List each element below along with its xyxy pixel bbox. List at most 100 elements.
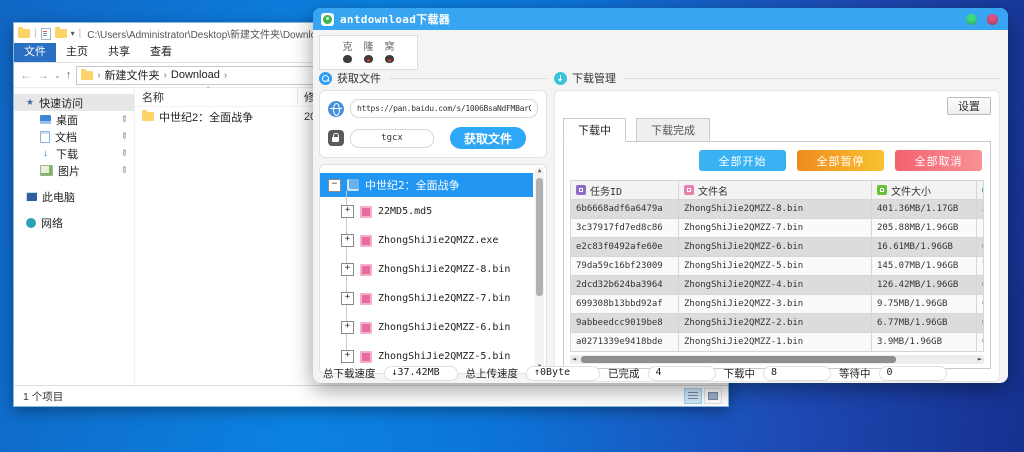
desktop: | ▾ | C:\Users\Administrator\Desktop\新建文… — [0, 0, 1024, 452]
file-node-icon — [360, 322, 372, 334]
details-view-button[interactable] — [684, 388, 702, 404]
completed-label: 已完成 — [608, 366, 640, 381]
forward-button[interactable]: → — [37, 69, 49, 81]
item-count: 1 个项目 — [23, 389, 63, 404]
settings-button[interactable]: 设置 — [947, 97, 991, 115]
download-row[interactable]: 6b6668adf6a6479a ZhongShiJie2QMZZ-8.bin … — [571, 200, 984, 219]
download-table-body: 6b6668adf6a6479a ZhongShiJie2QMZZ-8.bin … — [571, 200, 984, 352]
tree-root-node[interactable]: − 中世纪2：全面战争 — [320, 173, 533, 197]
cell-filename: ZhongShiJie2QMZZ-2.bin — [679, 314, 872, 333]
progress-check-icon — [982, 185, 984, 195]
window-title: antdownload下载器 — [340, 11, 450, 27]
download-arrow-icon: ↓ — [40, 149, 51, 159]
expand-icon[interactable]: + — [341, 292, 354, 305]
start-all-button[interactable]: 全部开始 — [699, 150, 786, 171]
share-url-input[interactable] — [350, 99, 538, 118]
header-filename[interactable]: 文件名 — [679, 181, 872, 200]
pause-all-button[interactable]: 全部暂停 — [797, 150, 884, 171]
tree-scrollbar[interactable]: ▲ ▼ — [535, 167, 544, 371]
expand-icon[interactable]: + — [341, 205, 354, 218]
tree-file-node[interactable]: + ZhongShiJie2QMZZ.exe — [341, 226, 533, 255]
cell-progress: 33% — [977, 200, 984, 219]
lock-icon — [328, 130, 344, 146]
cell-filesize: 6.77MB/1.96GB — [872, 314, 977, 333]
ribbon-tab-file[interactable]: 文件 — [14, 43, 56, 62]
back-button[interactable]: ← — [20, 69, 32, 81]
breadcrumb-item-download[interactable]: Download — [171, 69, 220, 81]
sidebar-quick-access[interactable]: ★ 快速访问 — [14, 94, 134, 111]
downloader-titlebar[interactable]: antdownload下载器 — [313, 8, 1008, 30]
sidebar-item-this-pc[interactable]: 此电脑 — [14, 188, 134, 205]
expand-icon[interactable]: + — [341, 321, 354, 334]
collapse-icon[interactable]: − — [328, 179, 341, 192]
tab-completed[interactable]: 下载完成 — [636, 118, 710, 142]
sidebar-item-documents[interactable]: 文档 ✎ — [14, 128, 134, 145]
titlebar-separator: | — [34, 28, 37, 39]
chevron-down-icon[interactable]: ▾ — [71, 29, 75, 38]
file-tree-panel: − 中世纪2：全面战争 + 22MD5.md5 — [319, 164, 547, 374]
folder-icon[interactable] — [55, 29, 67, 38]
header-task-id[interactable]: 任务ID — [571, 181, 679, 200]
download-row[interactable]: 2dcd32b624ba3964 ZhongShiJie2QMZZ-4.bin … — [571, 276, 984, 295]
tree-file-label: ZhongShiJie2QMZZ.exe — [378, 235, 498, 246]
fetch-files-button[interactable]: 获取文件 — [450, 127, 526, 149]
folder-icon — [18, 29, 30, 38]
download-row[interactable]: 9abbeedcc9019be8 ZhongShiJie2QMZZ-2.bin … — [571, 314, 984, 333]
folder-node-icon — [347, 179, 359, 191]
picture-icon — [40, 165, 53, 176]
tree-file-label: ZhongShiJie2QMZZ-8.bin — [378, 264, 510, 275]
tree-file-node[interactable]: + 22MD5.md5 — [341, 197, 533, 226]
file-node-icon — [360, 293, 372, 305]
breadcrumb-item-folder[interactable]: 新建文件夹 — [105, 67, 160, 83]
completed-value: 4 — [648, 366, 716, 381]
download-row[interactable]: 3c37917fd7ed8c86 ZhongShiJie2QMZZ-7.bin … — [571, 219, 984, 238]
close-button[interactable] — [987, 14, 998, 25]
download-row[interactable]: 699308b13bbd92af ZhongShiJie2QMZZ-3.bin … — [571, 295, 984, 314]
expand-icon[interactable]: + — [341, 350, 354, 363]
cancel-all-button[interactable]: 全部取消 — [895, 150, 982, 171]
tree-file-node[interactable]: + ZhongShiJie2QMZZ-6.bin — [341, 313, 533, 342]
fetch-section-label: 获取文件 — [319, 70, 547, 86]
scroll-left-icon[interactable]: ◄ — [572, 355, 576, 364]
tree-file-node[interactable]: + ZhongShiJie2QMZZ-8.bin — [341, 255, 533, 284]
tab-downloading[interactable]: 下载中 — [563, 118, 626, 142]
table-horizontal-scrollbar[interactable]: ◄ ► — [570, 355, 984, 364]
desktop-icon — [40, 115, 51, 124]
expand-icon[interactable]: + — [341, 234, 354, 247]
folder-icon — [142, 112, 154, 121]
upload-speed-label: 总上传速度 — [466, 366, 519, 381]
ant-icon — [343, 55, 352, 63]
sidebar-item-downloads[interactable]: ↓ 下载 ✎ — [14, 145, 134, 162]
quick-access-properties-icon[interactable] — [41, 28, 51, 40]
scroll-up-icon[interactable]: ▲ — [535, 167, 544, 175]
tree-file-node[interactable]: + ZhongShiJie2QMZZ-7.bin — [341, 284, 533, 313]
scroll-right-icon[interactable]: ► — [978, 355, 982, 364]
cell-filename: ZhongShiJie2QMZZ-1.bin — [679, 333, 872, 352]
recent-locations-icon[interactable]: ⌄ — [54, 71, 61, 80]
icons-view-button[interactable] — [704, 388, 722, 404]
scrollbar-thumb[interactable] — [536, 178, 543, 296]
ribbon-tab-share[interactable]: 共享 — [98, 43, 140, 62]
sidebar-item-network[interactable]: 网络 — [14, 214, 134, 231]
cell-progress: 0% — [977, 238, 984, 257]
sidebar-item-pictures[interactable]: 图片 ✎ — [14, 162, 134, 179]
column-header-name[interactable]: ˆ 名称 — [135, 89, 297, 105]
cell-filesize: 16.61MB/1.96GB — [872, 238, 977, 257]
extract-code-input[interactable] — [350, 129, 434, 148]
expand-icon[interactable]: + — [341, 263, 354, 276]
up-button[interactable]: ↑ — [66, 69, 72, 81]
downloading-label: 下载中 — [724, 366, 756, 381]
download-tabs: 下载中 下载完成 — [563, 118, 991, 142]
file-node-icon — [360, 264, 372, 276]
minimize-button[interactable] — [966, 14, 977, 25]
header-progress[interactable]: 下载进度 — [977, 181, 984, 200]
download-row[interactable]: a0271339e9418bde ZhongShiJie2QMZZ-1.bin … — [571, 333, 984, 352]
pin-icon: ✎ — [118, 164, 131, 177]
header-filesize[interactable]: 文件大小 — [872, 181, 977, 200]
ribbon-tab-view[interactable]: 查看 — [140, 43, 182, 62]
download-row[interactable]: 79da59c16bf23009 ZhongShiJie2QMZZ-5.bin … — [571, 257, 984, 276]
sidebar-item-desktop[interactable]: 桌面 ✎ — [14, 111, 134, 128]
scrollbar-thumb[interactable] — [581, 356, 896, 363]
download-row[interactable]: e2c83f0492afe60e ZhongShiJie2QMZZ-6.bin … — [571, 238, 984, 257]
ribbon-tab-home[interactable]: 主页 — [56, 43, 98, 62]
